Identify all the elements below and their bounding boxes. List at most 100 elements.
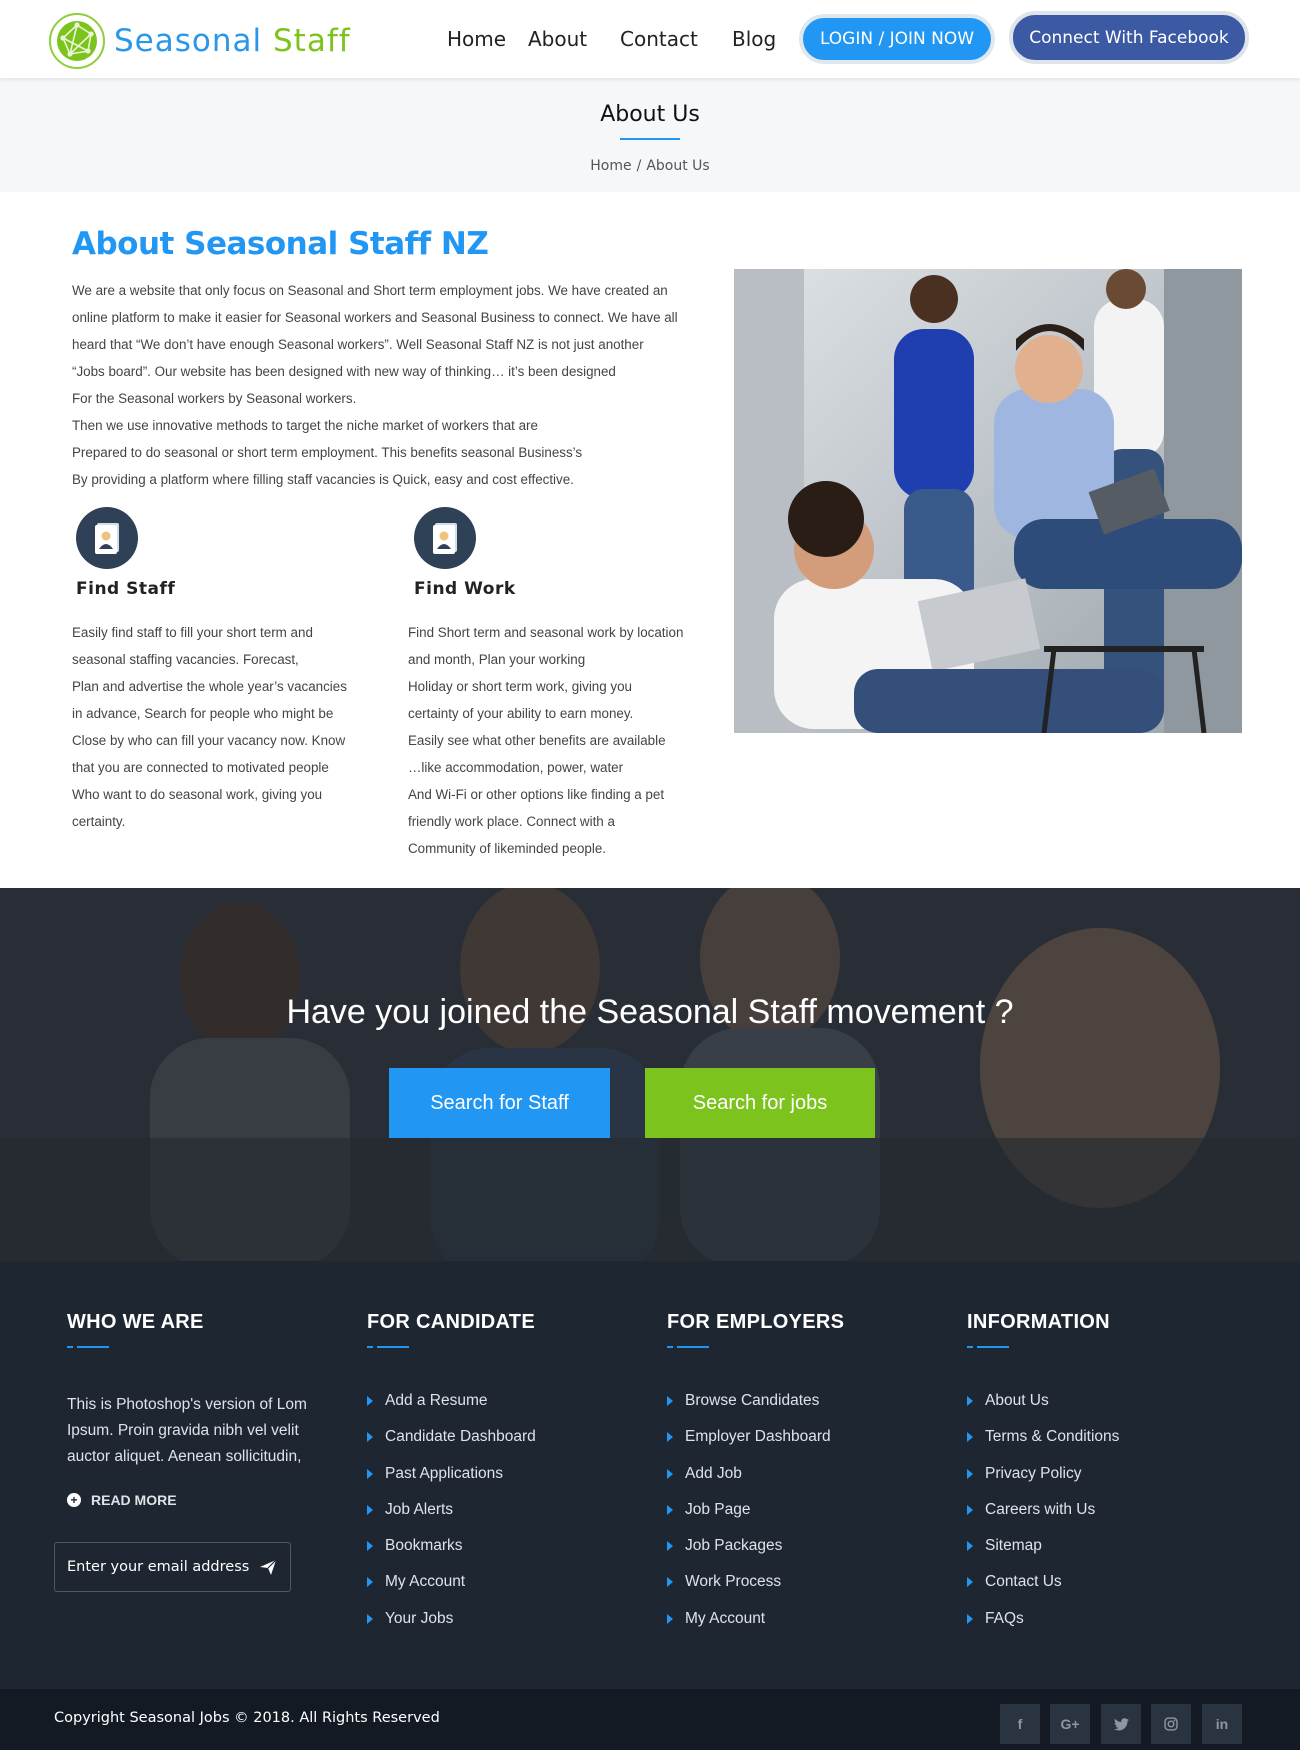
find-staff-line: that you are connected to motivated peop… <box>72 760 329 775</box>
caret-right-icon <box>667 1432 673 1443</box>
team-photo <box>734 269 1242 733</box>
find-work-line: And Wi-Fi or other options like finding … <box>408 787 665 802</box>
information-links: About Us Terms & Conditions Privacy Poli… <box>967 1392 1119 1646</box>
footer-col-who-we-are: WHO WE ARE This is Photoshop's version o… <box>67 1311 327 1508</box>
caret-right-icon <box>367 1396 373 1406</box>
footer-link[interactable]: Terms & Conditions <box>967 1428 1119 1464</box>
footer-about-text: This is Photoshop's version of Lom Ipsum… <box>67 1392 327 1470</box>
footer-link[interactable]: Careers with Us <box>967 1501 1119 1537</box>
caret-right-icon <box>367 1468 373 1479</box>
nav-home[interactable]: Home <box>447 27 506 51</box>
caret-right-icon <box>967 1541 973 1552</box>
find-staff-line: Easily find staff to fill your short ter… <box>72 625 313 640</box>
find-staff-feature: Find Staff <box>76 507 175 599</box>
find-staff-line: certainty. <box>72 814 126 829</box>
footer-link[interactable]: Employer Dashboard <box>667 1428 844 1464</box>
page-title: About Us <box>600 102 700 127</box>
caret-right-icon <box>967 1504 973 1515</box>
breadcrumb-current: About Us <box>646 158 710 174</box>
footer-link[interactable]: Bookmarks <box>367 1537 536 1573</box>
footer-link-label: Past Applications <box>385 1464 504 1482</box>
find-staff-line: in advance, Search for people who might … <box>72 706 334 721</box>
footer-link-label: Job Alerts <box>385 1500 454 1518</box>
footer-link[interactable]: About Us <box>967 1392 1119 1428</box>
footer-col-for-employers: FOR EMPLOYERS Browse Candidates Employer… <box>667 1311 844 1646</box>
logo-word-staff: Staff <box>272 23 351 59</box>
footer-link-label: Add a Resume <box>385 1392 488 1409</box>
footer-about-line: This is Photoshop's version of Lom <box>67 1396 307 1413</box>
footer-link[interactable]: Privacy Policy <box>967 1465 1119 1501</box>
google-plus-icon[interactable]: G+ <box>1050 1704 1090 1744</box>
site-logo[interactable]: Seasonal Staff <box>48 12 351 70</box>
nav-blog[interactable]: Blog <box>732 27 776 51</box>
footer-link[interactable]: Work Process <box>667 1573 844 1609</box>
footer-link[interactable]: Add Job <box>667 1465 844 1501</box>
caret-right-icon <box>367 1613 373 1624</box>
footer-link-label: Add Job <box>685 1464 742 1482</box>
linkedin-icon[interactable]: in <box>1202 1704 1242 1744</box>
caret-right-icon <box>967 1577 973 1588</box>
nav-contact[interactable]: Contact <box>620 27 698 51</box>
footer-link[interactable]: Browse Candidates <box>667 1392 844 1428</box>
find-work-line: friendly work place. Connect with a <box>408 814 615 829</box>
caret-right-icon <box>967 1613 973 1624</box>
footer-link[interactable]: Your Jobs <box>367 1610 536 1646</box>
footer-heading-underline <box>967 1346 1009 1348</box>
caret-right-icon <box>967 1396 973 1406</box>
find-work-feature: Find Work <box>414 507 516 599</box>
caret-right-icon <box>667 1541 673 1552</box>
login-join-button[interactable]: LOGIN / JOIN NOW <box>799 14 995 64</box>
about-line: heard that “We don’t have enough Seasona… <box>72 337 644 352</box>
about-line: For the Seasonal workers by Seasonal wor… <box>72 391 357 406</box>
find-staff-line: Close by who can fill your vacancy now. … <box>72 733 346 748</box>
read-more-link[interactable]: + READ MORE <box>67 1492 327 1508</box>
email-input[interactable] <box>67 1559 252 1575</box>
caret-right-icon <box>367 1541 373 1552</box>
footer-link-label: My Account <box>685 1609 766 1627</box>
footer-link[interactable]: Sitemap <box>967 1537 1119 1573</box>
about-line: Then we use innovative methods to target… <box>72 418 538 433</box>
caret-right-icon <box>367 1432 373 1443</box>
footer-link[interactable]: Job Page <box>667 1501 844 1537</box>
footer-link[interactable]: Add a Resume <box>367 1392 536 1428</box>
logo-globe-icon <box>49 13 105 69</box>
page-title-band: About Us Home / About Us <box>0 78 1300 192</box>
candidate-links: Add a Resume Candidate Dashboard Past Ap… <box>367 1392 536 1646</box>
footer-link-label: FAQs <box>985 1609 1024 1627</box>
find-work-title: Find Work <box>414 579 516 599</box>
footer-heading-underline <box>67 1346 109 1348</box>
caret-right-icon <box>967 1468 973 1479</box>
caret-right-icon <box>667 1577 673 1588</box>
twitter-icon[interactable] <box>1101 1704 1141 1744</box>
footer-link[interactable]: FAQs <box>967 1610 1119 1646</box>
footer-link[interactable]: My Account <box>667 1610 844 1646</box>
caret-right-icon <box>667 1396 673 1406</box>
connect-facebook-button[interactable]: Connect With Facebook <box>1009 11 1249 64</box>
find-work-line: Holiday or short term work, giving you <box>408 679 633 694</box>
search-for-staff-button[interactable]: Search for Staff <box>389 1068 610 1138</box>
breadcrumb-home[interactable]: Home <box>590 158 631 174</box>
facebook-icon[interactable]: f <box>1000 1704 1040 1744</box>
footer-link-label: Privacy Policy <box>985 1464 1082 1482</box>
footer-link[interactable]: Job Packages <box>667 1537 844 1573</box>
about-paragraph: We are a website that only focus on Seas… <box>72 277 722 493</box>
footer-link-label: Your Jobs <box>385 1609 454 1627</box>
search-for-jobs-button[interactable]: Search for jobs <box>645 1068 875 1138</box>
footer-col-information: INFORMATION About Us Terms & Conditions … <box>967 1311 1119 1646</box>
send-icon[interactable] <box>258 1557 278 1577</box>
footer-link[interactable]: Past Applications <box>367 1465 536 1501</box>
about-heading: About Seasonal Staff NZ <box>72 226 489 262</box>
footer-link[interactable]: Candidate Dashboard <box>367 1428 536 1464</box>
about-line: online platform to make it easier for Se… <box>72 310 678 325</box>
find-staff-line: Who want to do seasonal work, giving you <box>72 787 323 802</box>
footer-link-label: My Account <box>385 1573 466 1591</box>
nav-about[interactable]: About <box>528 27 587 51</box>
site-header: Seasonal Staff Home About Contact Blog L… <box>0 0 1300 78</box>
footer-link[interactable]: My Account <box>367 1573 536 1609</box>
caret-right-icon <box>367 1504 373 1515</box>
footer-link[interactable]: Job Alerts <box>367 1501 536 1537</box>
footer-link[interactable]: Contact Us <box>967 1573 1119 1609</box>
footer-about-line: Ipsum. Proin gravida nibh vel velit <box>67 1422 299 1439</box>
about-line: By providing a platform where filling st… <box>72 472 574 487</box>
instagram-icon[interactable] <box>1151 1704 1191 1744</box>
